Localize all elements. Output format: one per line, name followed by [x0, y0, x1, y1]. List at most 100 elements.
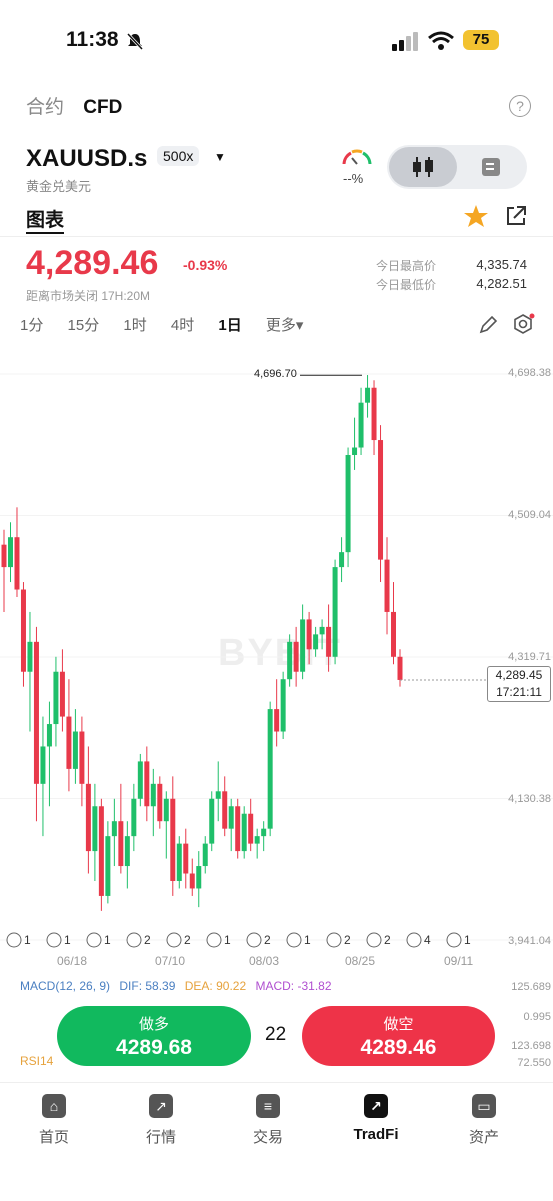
news-marker-icon[interactable]: [286, 932, 302, 948]
settings-icon[interactable]: [512, 313, 536, 337]
news-marker-count: 2: [184, 933, 191, 947]
news-marker-count: 2: [384, 933, 391, 947]
interval-1d[interactable]: 1日: [218, 317, 241, 334]
news-marker-icon[interactable]: [6, 932, 22, 948]
candle-body: [183, 843, 189, 874]
candle-body: [157, 783, 163, 822]
star-icon[interactable]: [463, 203, 489, 229]
symbol-name[interactable]: XAUUSD.s: [26, 145, 147, 173]
buy-price: 4289.68: [116, 1036, 192, 1059]
macd-value: MACD: -31.82: [255, 979, 332, 993]
candle-body: [293, 641, 299, 672]
news-marker-icon[interactable]: [126, 932, 142, 948]
nav-markets[interactable]: ↗ 行情: [126, 1094, 196, 1147]
status-time: 11:38: [66, 28, 119, 51]
x-tick: 09/11: [444, 954, 474, 968]
tab-underline: [26, 232, 64, 234]
candle-body: [1, 544, 7, 568]
candle-body: [144, 761, 150, 807]
candle-body: [79, 731, 85, 784]
last-price-marker-value: 4,289.45: [495, 668, 543, 682]
last-price: 4,289.46: [26, 244, 159, 282]
rsi-legend: RSI14: [20, 1054, 54, 1068]
last-price-marker: 4,289.45 17:21:11: [487, 666, 551, 702]
interval-1m[interactable]: 1分: [20, 317, 43, 334]
chart-icon: ↗: [149, 1094, 173, 1118]
candle-body: [20, 589, 26, 672]
candle-view-button[interactable]: [389, 147, 457, 187]
nav-home[interactable]: ⌂ 首页: [19, 1094, 89, 1147]
orderbook-view-button[interactable]: [478, 154, 504, 185]
news-marker-count: 1: [24, 933, 31, 947]
bell-muted-icon: [126, 32, 144, 50]
interval-4h[interactable]: 4时: [171, 317, 194, 334]
nav-tradfi[interactable]: ↗ TradFi: [341, 1094, 411, 1143]
candle-body: [27, 641, 33, 672]
sentiment-value: --%: [343, 171, 364, 186]
interval-1h[interactable]: 1时: [123, 317, 146, 334]
wifi-icon: [428, 31, 454, 50]
interval-15m[interactable]: 15分: [68, 317, 100, 334]
candle-body: [59, 671, 65, 717]
tab-cfd[interactable]: CFD: [83, 97, 122, 118]
macd-dif: DIF: 58.39: [119, 979, 176, 993]
candle-body: [46, 724, 52, 747]
sell-price: 4289.46: [360, 1036, 437, 1059]
candle-body: [40, 746, 46, 784]
news-marker-icon[interactable]: [206, 932, 222, 948]
news-marker-icon[interactable]: [366, 932, 382, 948]
candle-body: [202, 843, 208, 867]
candle-body: [72, 731, 78, 769]
candle-body: [261, 828, 267, 837]
news-marker-icon[interactable]: [246, 932, 262, 948]
candle-body: [300, 619, 306, 672]
y-tick: 4,698.38: [508, 367, 551, 379]
news-marker-count: 1: [304, 933, 311, 947]
news-marker-count: 1: [64, 933, 71, 947]
nav-label: 交易: [252, 1129, 283, 1146]
sell-label: 做空: [383, 1016, 414, 1033]
y-tick: 4,130.38: [508, 793, 551, 805]
news-marker-icon[interactable]: [326, 932, 342, 948]
sell-short-button[interactable]: 做空 4289.46: [302, 1006, 495, 1066]
tab-chart[interactable]: 图表: [26, 205, 64, 232]
nav-trade[interactable]: ≡ 交易: [233, 1094, 303, 1147]
candle-body: [248, 813, 254, 844]
candle-body: [391, 611, 397, 657]
macd-dea: DEA: 90.22: [184, 979, 247, 993]
tab-contract[interactable]: 合约: [26, 97, 64, 118]
nav-label: 资产: [468, 1129, 499, 1146]
candle-body: [14, 537, 20, 590]
wallet-icon: ▭: [472, 1094, 496, 1118]
candle-body: [176, 843, 182, 881]
news-marker-icon[interactable]: [406, 932, 422, 948]
y-tick: 4,509.04: [508, 509, 551, 521]
help-icon[interactable]: ?: [509, 95, 531, 117]
nav-assets[interactable]: ▭ 资产: [449, 1094, 519, 1147]
share-icon[interactable]: [503, 203, 529, 229]
macd-legend: MACD(12, 26, 9) DIF: 58.39 DEA: 90.22 MA…: [20, 979, 332, 993]
candle-body: [137, 761, 143, 799]
y-tick: 4,319.71: [508, 651, 551, 663]
leverage-badge[interactable]: 500x: [157, 146, 200, 166]
candlestick-chart[interactable]: 1 1 1 2 2 1 2 1 2 2 4 1: [0, 340, 553, 960]
news-marker-count: 2: [344, 933, 351, 947]
high-label: 今日最高价: [376, 259, 437, 273]
market-close-countdown: 距离市场关闭 17H:20M: [26, 289, 151, 303]
candle-body: [189, 873, 195, 889]
interval-more[interactable]: 更多▾: [266, 317, 304, 334]
news-marker-icon[interactable]: [86, 932, 102, 948]
news-marker-count: 1: [464, 933, 471, 947]
news-marker-icon[interactable]: [166, 932, 182, 948]
news-marker-icon[interactable]: [446, 932, 462, 948]
buy-long-button[interactable]: 做多 4289.68: [57, 1006, 251, 1066]
rsi-level: 72.550: [517, 1057, 551, 1069]
candle-body: [287, 641, 293, 680]
chevron-down-icon[interactable]: ▼: [214, 150, 226, 164]
news-marker-count: 2: [144, 933, 151, 947]
x-tick: 07/10: [155, 954, 186, 968]
news-marker-icon[interactable]: [46, 932, 62, 948]
pencil-icon[interactable]: [478, 315, 498, 335]
candle-body: [131, 798, 137, 837]
symbol-description: 黄金兑美元: [26, 179, 92, 194]
